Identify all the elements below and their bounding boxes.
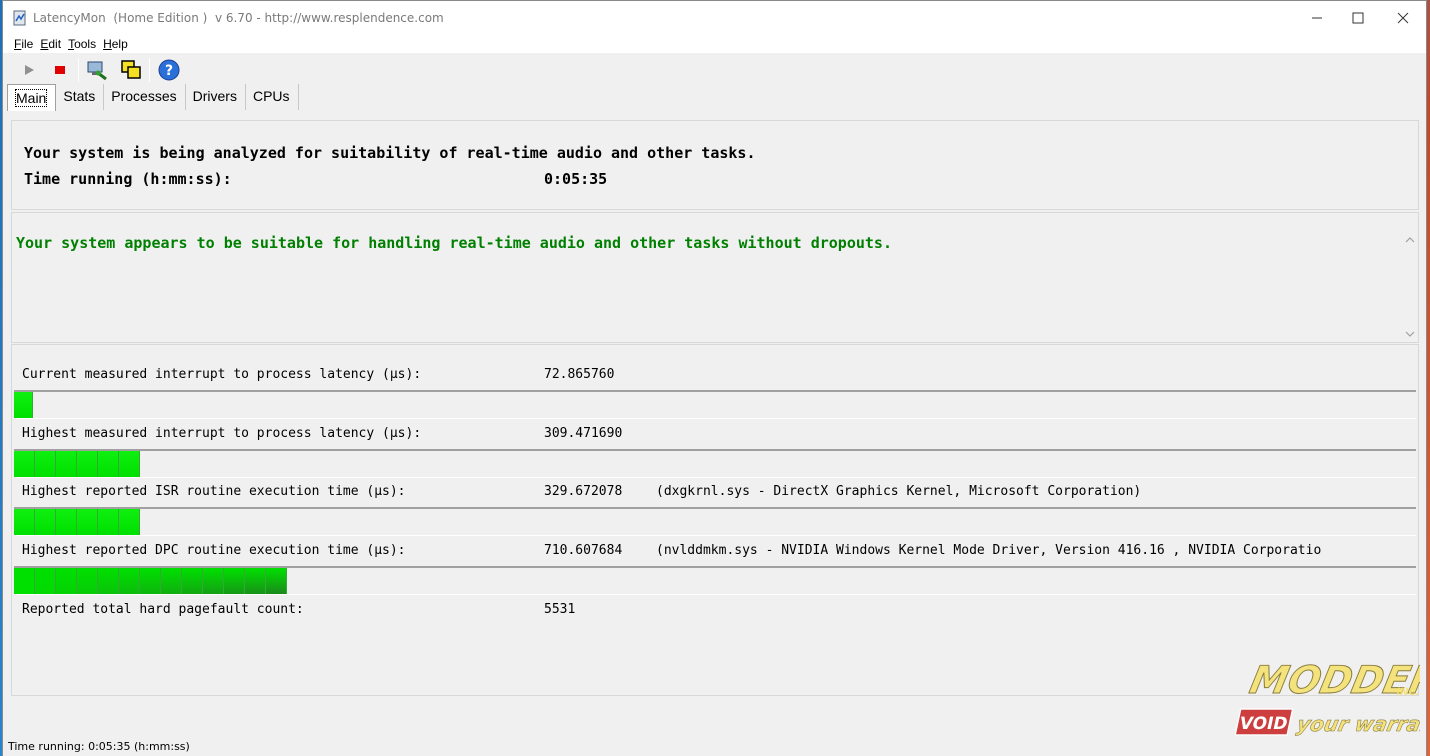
tab-strip: Main Stats Processes Drivers CPUs [7, 84, 299, 111]
stop-icon [55, 66, 65, 74]
bar-segment [119, 509, 140, 535]
metric-dpc-driver: (nvlddmkm.sys - NVIDIA Windows Kernel Mo… [656, 543, 1322, 558]
status-bar-text: Time running: 0:05:35 (h:mm:ss) [8, 740, 190, 753]
title-bar[interactable]: LatencyMon (Home Edition ) v 6.70 - http… [3, 1, 1426, 35]
bar-segment [77, 509, 98, 535]
minimize-icon [1312, 17, 1322, 19]
modders-inc-watermark-logo: MODDERS INC. VOID your warranty [1235, 658, 1420, 736]
isr-bar [14, 507, 1416, 536]
svg-text:VOID: VOID [1237, 714, 1289, 734]
time-running-label: Time running (h:mm:ss): [24, 170, 232, 188]
toolbar-separator [78, 58, 79, 82]
bar-segment [203, 568, 224, 594]
bar-segment [182, 568, 203, 594]
svg-text:your warranty: your warranty [1295, 712, 1420, 736]
bar-segment [56, 451, 77, 477]
highest-latency-bar-fill [14, 451, 140, 477]
analysis-status-text: Your system is being analyzed for suitab… [24, 144, 756, 162]
svg-text:?: ? [165, 63, 173, 79]
stop-button[interactable] [48, 58, 72, 82]
maximize-button[interactable] [1336, 1, 1380, 35]
toolbar-separator [149, 58, 150, 82]
verdict-scrollbar[interactable] [1402, 231, 1418, 343]
metric-pagefault-label: Reported total hard pagefault count: [22, 602, 304, 617]
bar-segment [35, 568, 56, 594]
minimize-button[interactable] [1295, 1, 1339, 35]
highest-latency-bar [14, 449, 1416, 478]
bar-segment [56, 509, 77, 535]
metric-isr-label: Highest reported ISR routine execution t… [22, 484, 406, 499]
start-icon [25, 65, 34, 75]
bar-segment [35, 451, 56, 477]
current-latency-bar-fill [14, 392, 33, 418]
bar-segment [224, 568, 245, 594]
bar-segment [98, 509, 119, 535]
metric-current-latency-value: 72.865760 [544, 367, 615, 382]
window-title: LatencyMon (Home Edition ) v 6.70 - http… [33, 11, 444, 25]
metric-dpc-value: 710.607684 [544, 543, 623, 558]
metric-highest-latency-value: 309.471690 [544, 426, 623, 441]
windows-icon [121, 60, 141, 79]
tab-main[interactable]: Main [7, 84, 57, 111]
menu-help[interactable]: Help [103, 37, 128, 51]
bar-segment [161, 568, 182, 594]
latencymon-app-icon [13, 10, 26, 26]
latencymon-window: LatencyMon (Home Edition ) v 6.70 - http… [2, 0, 1427, 756]
bar-segment [77, 568, 98, 594]
svg-text:INC.: INC. [1395, 687, 1420, 698]
bar-segment [35, 509, 56, 535]
bar-segment [77, 451, 98, 477]
metric-pagefault-value: 5531 [544, 602, 576, 617]
verdict-panel: Your system appears to be suitable for h… [11, 212, 1419, 343]
tab-processes[interactable]: Processes [104, 84, 186, 110]
time-running-value: 0:05:35 [544, 170, 608, 188]
bar-segment [98, 568, 119, 594]
maximize-icon [1352, 12, 1364, 24]
bar-segment [56, 568, 77, 594]
help-icon: ? [158, 59, 180, 81]
bar-segment [14, 509, 35, 535]
status-bar: Time running: 0:05:35 (h:mm:ss) [3, 737, 1426, 756]
windows-button[interactable] [119, 58, 143, 82]
isr-bar-fill [14, 509, 140, 535]
metric-current-latency-label: Current measured interrupt to process la… [22, 367, 422, 382]
bar-segment [245, 568, 266, 594]
bar-segment [14, 392, 33, 418]
menu-file[interactable]: File [14, 37, 33, 51]
current-latency-bar [14, 390, 1416, 419]
tab-drivers[interactable]: Drivers [186, 84, 246, 110]
close-button[interactable] [1381, 1, 1425, 35]
bar-segment [98, 451, 119, 477]
dpc-bar [14, 566, 1416, 595]
bar-segment [140, 568, 161, 594]
analysis-panel: Your system is being analyzed for suitab… [11, 120, 1419, 210]
menu-edit[interactable]: Edit [40, 37, 61, 51]
metrics-panel: Current measured interrupt to process la… [11, 344, 1419, 696]
tab-stats[interactable]: Stats [56, 84, 105, 110]
bar-segment [14, 568, 35, 594]
dpc-bar-fill [14, 568, 287, 594]
help-button[interactable]: ? [157, 58, 181, 82]
menu-bar: File Edit Tools Help [3, 35, 1426, 53]
hardware-button[interactable] [85, 58, 109, 82]
bar-segment [266, 568, 287, 594]
metric-highest-latency-label: Highest measured interrupt to process la… [22, 426, 422, 441]
scroll-up-icon[interactable] [1402, 233, 1418, 247]
start-button[interactable] [17, 58, 41, 82]
toolbar: ? [3, 54, 1426, 84]
hardware-icon [87, 61, 107, 81]
bar-segment [119, 451, 140, 477]
bar-segment [119, 568, 140, 594]
metric-dpc-label: Highest reported DPC routine execution t… [22, 543, 406, 558]
bar-segment [14, 451, 35, 477]
metric-isr-driver: (dxgkrnl.sys - DirectX Graphics Kernel, … [656, 484, 1142, 499]
scroll-down-icon[interactable] [1402, 327, 1418, 341]
close-icon [1397, 12, 1409, 24]
menu-tools[interactable]: Tools [68, 37, 96, 51]
tab-cpus[interactable]: CPUs [246, 84, 299, 110]
svg-text:MODDERS: MODDERS [1246, 658, 1420, 703]
metric-isr-value: 329.672078 [544, 484, 623, 499]
verdict-text: Your system appears to be suitable for h… [16, 234, 892, 252]
